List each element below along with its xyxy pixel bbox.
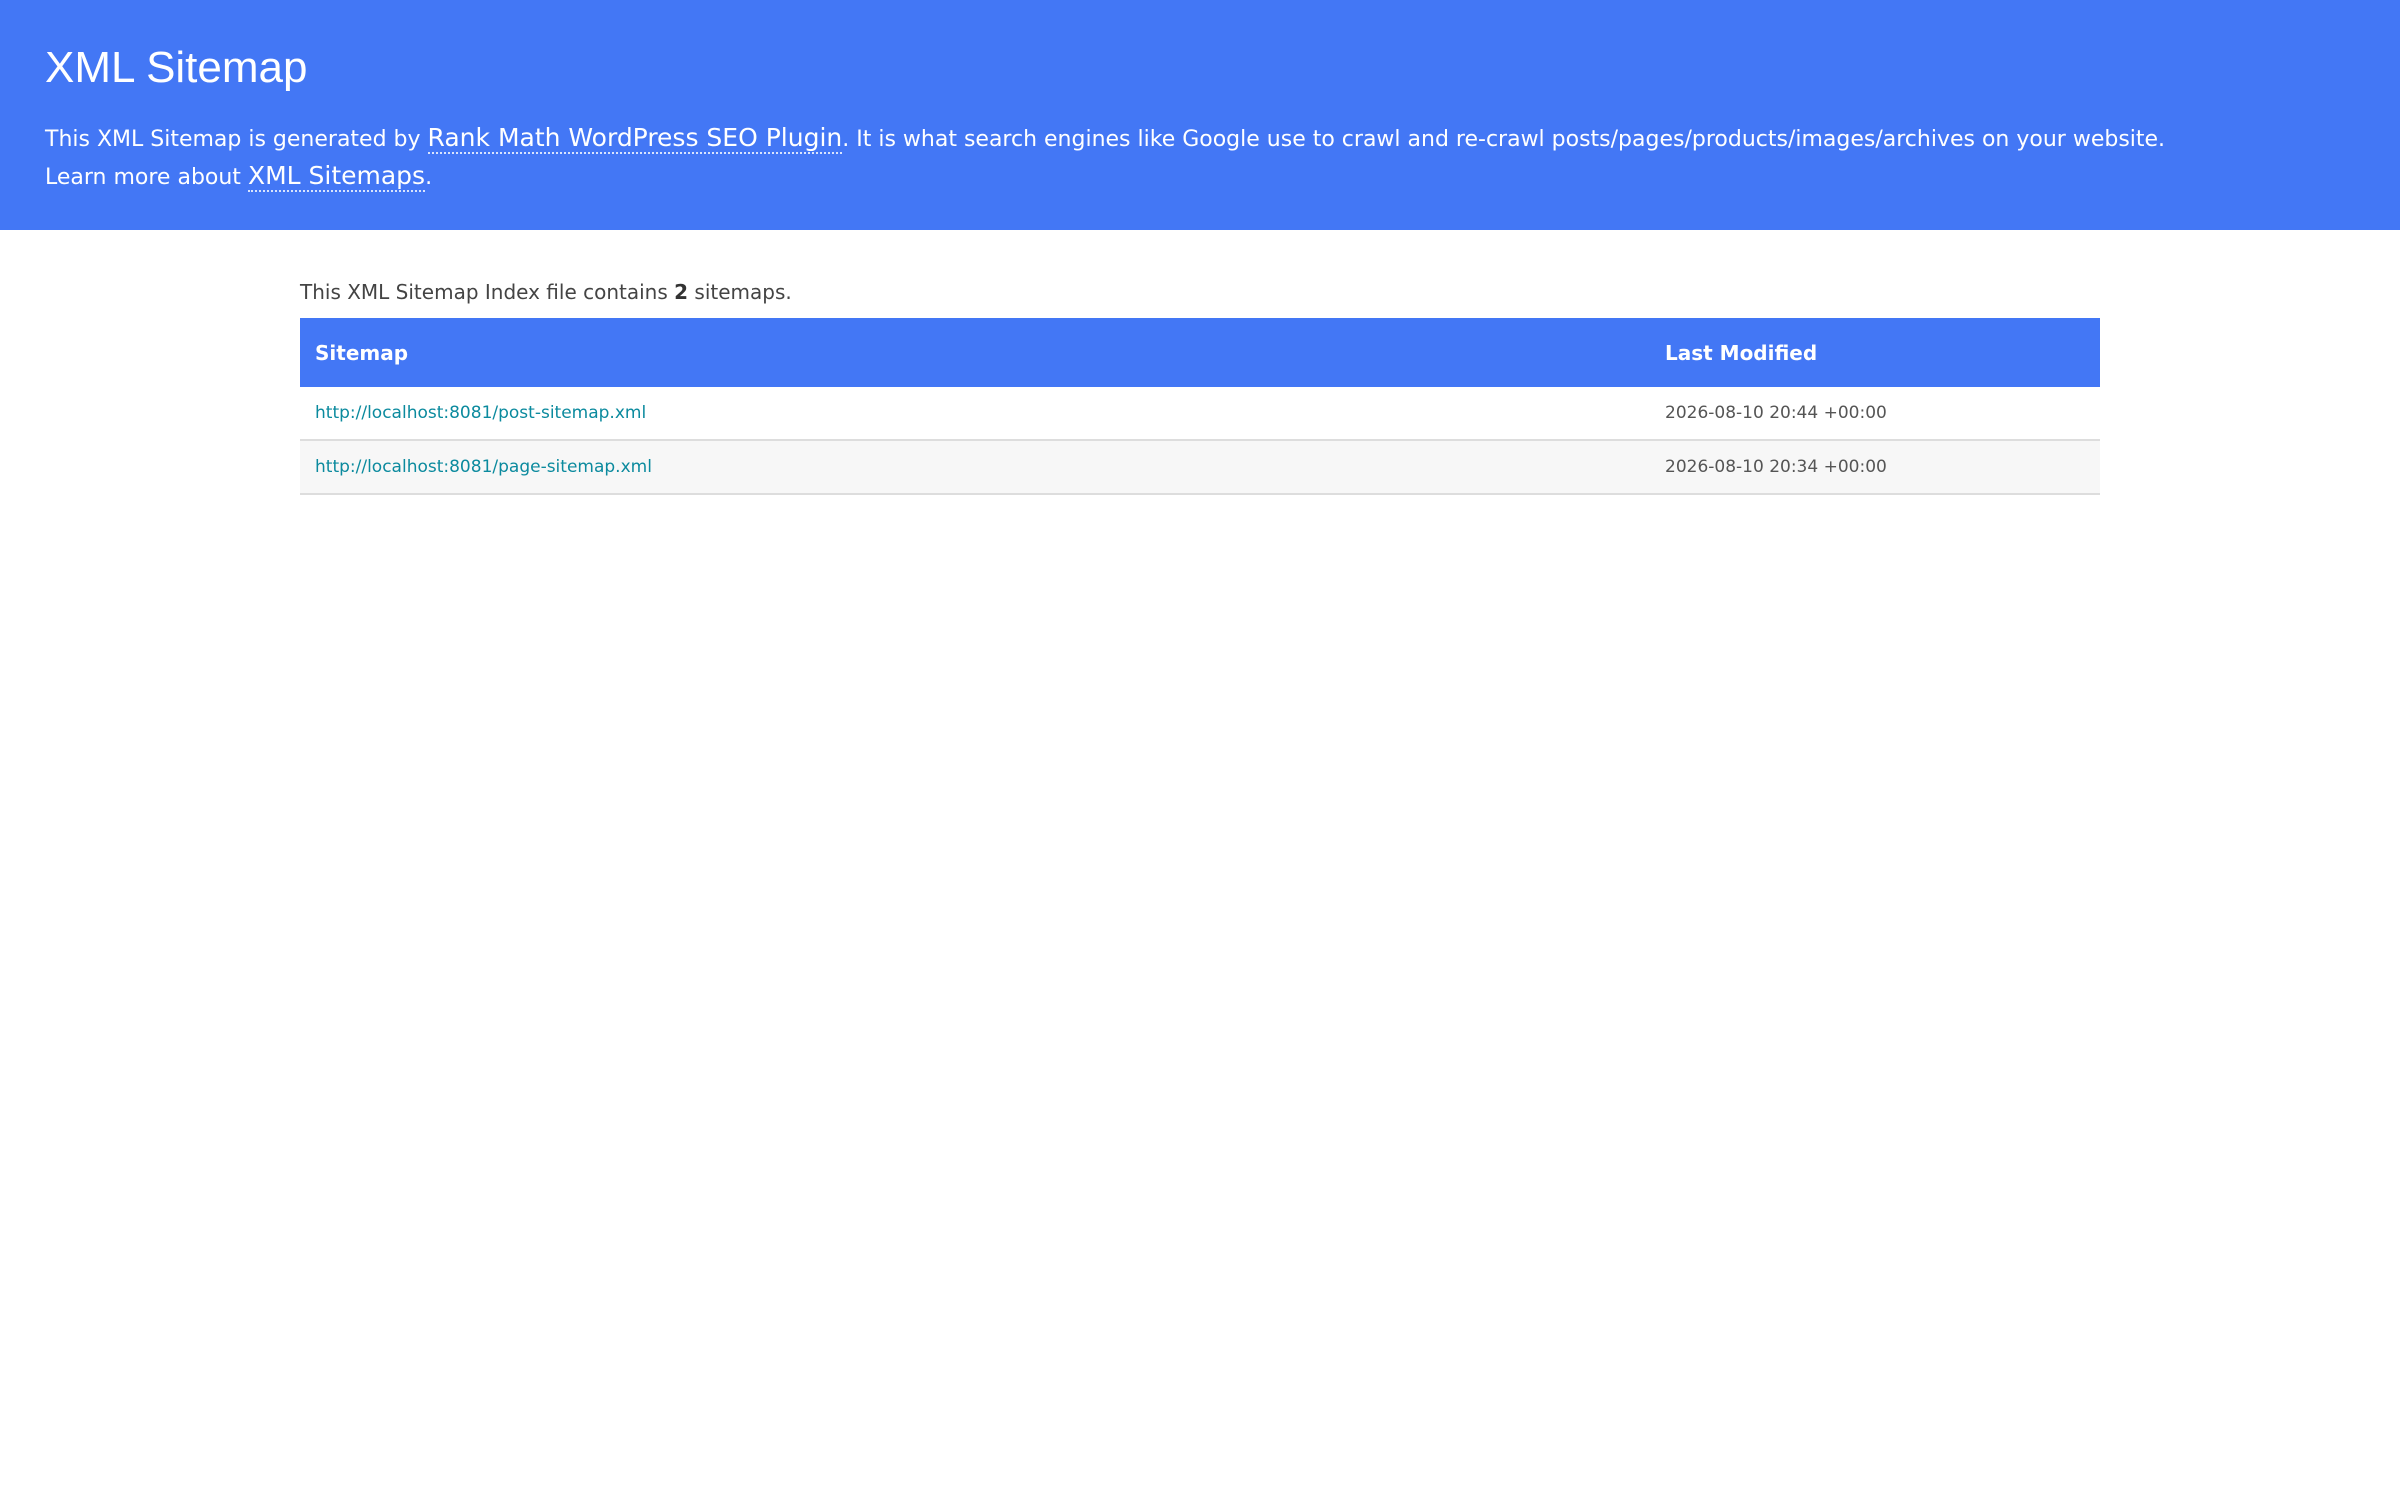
table-row: http://localhost:8081/page-sitemap.xml 2… bbox=[300, 440, 2100, 495]
page-header: XML Sitemap This XML Sitemap is generate… bbox=[0, 0, 2400, 230]
sitemap-cell: http://localhost:8081/post-sitemap.xml bbox=[300, 387, 1650, 441]
intro-text-before: This XML Sitemap is generated by bbox=[45, 127, 428, 152]
last-modified-cell: 2026-08-10 20:34 +00:00 bbox=[1650, 440, 2100, 495]
sitemap-summary: This XML Sitemap Index file contains 2 s… bbox=[300, 278, 2100, 306]
sitemap-link[interactable]: http://localhost:8081/post-sitemap.xml bbox=[315, 403, 646, 423]
column-header-last-modified[interactable]: Last Modified bbox=[1650, 318, 2100, 387]
column-header-sitemap[interactable]: Sitemap bbox=[300, 318, 1650, 387]
sitemap-count: 2 bbox=[674, 280, 689, 304]
sitemap-table: Sitemap Last Modified http://localhost:8… bbox=[300, 318, 2100, 495]
page-title: XML Sitemap bbox=[45, 43, 308, 92]
header-description: This XML Sitemap is generated by Rank Ma… bbox=[45, 120, 2355, 196]
xml-sitemaps-link[interactable]: XML Sitemaps bbox=[247, 161, 426, 192]
main-content: This XML Sitemap Index file contains 2 s… bbox=[300, 230, 2100, 495]
table-row: http://localhost:8081/post-sitemap.xml 2… bbox=[300, 387, 2100, 441]
rank-math-plugin-link[interactable]: Rank Math WordPress SEO Plugin bbox=[427, 123, 843, 154]
summary-text-before: This XML Sitemap Index file contains bbox=[300, 280, 675, 304]
learn-more-period: . bbox=[425, 165, 433, 190]
last-modified-cell: 2026-08-10 20:44 +00:00 bbox=[1650, 387, 2100, 441]
summary-text-after: sitemaps. bbox=[688, 280, 792, 304]
table-header-row: Sitemap Last Modified bbox=[300, 318, 2100, 387]
sitemap-link[interactable]: http://localhost:8081/page-sitemap.xml bbox=[315, 457, 652, 477]
learn-more-text: Learn more about bbox=[45, 165, 248, 190]
sitemap-cell: http://localhost:8081/page-sitemap.xml bbox=[300, 440, 1650, 495]
intro-text-after: . It is what search engines like Google … bbox=[842, 127, 2166, 152]
